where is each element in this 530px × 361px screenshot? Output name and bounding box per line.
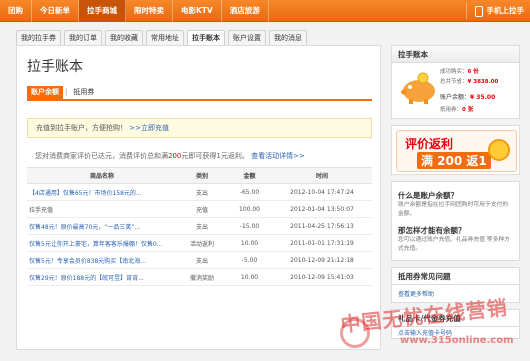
promo-subtitle: 满 200 返1 — [417, 152, 491, 169]
header-amount: 金额 — [227, 167, 272, 184]
row-type: 撤消奖励 — [177, 268, 227, 286]
subtab-vouchers[interactable]: 抵用券 — [69, 86, 98, 99]
tab-my-orders[interactable]: 我的订单 — [64, 30, 102, 46]
evaluation-info: 您对消费商家评价已达元，消费评价总和满200元即可获得1元返利。 查看活动详情>… — [35, 151, 305, 161]
row-product: 拉手充值 — [27, 200, 177, 218]
table-row: 拉手充值 充值 100.00 2012-01-04 13:50:07 — [27, 200, 372, 218]
row-amount: -65.00 — [227, 183, 272, 201]
subtabs: 账户余额 | 抵用券 — [27, 86, 372, 101]
eval-details-link[interactable]: 查看活动详情>> — [251, 152, 305, 160]
eval-amount: 200 — [168, 152, 182, 160]
nav-item-mall[interactable]: 拉手商城 — [79, 0, 126, 22]
row-time: 2010-12-09 15:41:03 — [272, 268, 372, 286]
tab-account-settings[interactable]: 账户设置 — [228, 30, 266, 46]
subtab-balance[interactable]: 账户余额 — [27, 86, 63, 99]
table-header-row: 商品名称 类别 金额 时间 — [27, 167, 372, 184]
header-product: 商品名称 — [27, 167, 177, 184]
row-time: 2012-01-04 13:50:07 — [272, 200, 372, 218]
notice-text: 充值到拉手账户，方便抢购！ — [36, 124, 127, 132]
piggy-bank-icon — [401, 72, 435, 104]
recharge-notice: 充值到拉手账户，方便抢购！ >>立即充值 — [27, 118, 372, 138]
header-time: 时间 — [272, 167, 372, 184]
row-type: 支出 — [177, 217, 227, 235]
main-panel: 拉手账本 账户余额 | 抵用券 充值到拉手账户，方便抢购！ >>立即充值 您对消… — [16, 45, 381, 350]
rebate-promo-banner[interactable]: 评价返利 满 200 返1 — [391, 125, 520, 175]
row-type: 支出 — [177, 183, 227, 201]
faq-question-1: 什么是账户余额？ — [398, 191, 458, 200]
row-amount: 10.00 — [227, 268, 272, 286]
purchase-count: 成功购买：6 份 — [440, 69, 479, 75]
table-row: 【4店通用】仅售65元！市场价158元的... 支出 -65.00 2012-1… — [27, 183, 372, 201]
nav-item-today-new[interactable]: 今日新单 — [32, 0, 79, 22]
recharge-link[interactable]: >>立即充值 — [129, 124, 169, 132]
account-summary: 成功购买：6 份 总共节省：¥ 3838.00 账户余额：¥ 35.00 抵用券… — [392, 63, 519, 118]
table-row: 仅售29元！原价188元的【皖可昱】宵宵... 撤消奖励 10.00 2010-… — [27, 268, 372, 286]
mobile-app-label: 手机上拉手 — [486, 6, 525, 15]
help-title: 抵用券常见问题 — [392, 268, 519, 285]
row-type: 充值 — [177, 200, 227, 218]
row-amount: 10.00 — [227, 234, 272, 252]
table-row: 仅售48元！原价最高70元，“一品三笑”... 支出 -15.00 2011-0… — [27, 217, 372, 235]
faq-box: 什么是账户余额？ 账户余额是指在拉手网团购时可用于支付的金额。 那怎样才能有余额… — [391, 181, 520, 261]
tab-messages[interactable]: 我的消息 — [269, 30, 307, 46]
faq-answer-1: 账户余额是指在拉手网团购时可用于支付的金额。 — [398, 202, 509, 217]
table-row: 仅售5元！专享会员价838元购买【南北海... 支出 -5.00 2010-12… — [27, 251, 372, 269]
total-saved: 总共节省：¥ 3838.00 — [440, 79, 499, 85]
table-row: 仅售5元让你开上豪宅，算年客客乐爆棚！仅售0... 活动返利 10.00 201… — [27, 234, 372, 252]
row-product[interactable]: 仅售29元！原价188元的【皖可昱】宵宵... — [27, 268, 177, 286]
nav-item-groupbuy[interactable]: 团购 — [0, 0, 32, 22]
tab-addresses[interactable]: 常用地址 — [146, 30, 184, 46]
account-summary-title: 拉手账本 — [392, 46, 519, 63]
nav-item-movie-ktv[interactable]: 电影KTV — [173, 0, 222, 22]
eval-text-post: 元即可获得1元返利。 — [181, 152, 249, 160]
row-product[interactable]: 【4店通用】仅售65元！市场价158元的... — [27, 183, 177, 201]
row-time: 2011-01-01 17:31:19 — [272, 234, 372, 252]
row-type: 支出 — [177, 251, 227, 269]
account-balance: 账户余额：¥ 35.00 — [440, 94, 496, 101]
row-time: 2010-12-09 21:12:18 — [272, 251, 372, 269]
row-type: 活动返利 — [177, 234, 227, 252]
phone-icon — [474, 5, 483, 17]
voucher-count: 抵用券：0 张 — [440, 107, 474, 113]
watermark-url: www.315online.com — [400, 335, 514, 346]
mobile-app-link[interactable]: 手机上拉手 — [465, 3, 525, 19]
transactions-table: 商品名称 类别 金额 时间 【4店通用】仅售65元！市场价158元的... 支出… — [27, 167, 372, 286]
nav-item-hotel-travel[interactable]: 酒店旅游 — [222, 0, 269, 22]
faq-answer-2: 您可以通过账户充值、礼品券充值 等多种方式充值。 — [398, 237, 510, 252]
row-time: 2011-04-25 17:56:13 — [272, 217, 372, 235]
row-amount: 100.00 — [227, 200, 272, 218]
header-type: 类别 — [177, 167, 227, 184]
account-tabs: 我的拉手券 我的订单 我的收藏 常用地址 拉手账本 账户设置 我的消息 — [16, 30, 307, 46]
row-product[interactable]: 仅售48元！原价最高70元，“一品三笑”... — [27, 217, 177, 235]
row-product[interactable]: 仅售5元让你开上豪宅，算年客客乐爆棚！仅售0... — [27, 234, 177, 252]
account-summary-box: 拉手账本 成功购买：6 份 总共节省：¥ 3838.00 账户余额：¥ 35.0… — [391, 45, 520, 119]
nav-item-flash-sale[interactable]: 限时特卖 — [126, 0, 173, 22]
tab-account-book[interactable]: 拉手账本 — [187, 30, 225, 46]
row-time: 2012-10-04 17:47:24 — [272, 183, 372, 201]
page-title: 拉手账本 — [27, 59, 83, 75]
coin-icon — [488, 139, 510, 161]
row-amount: -15.00 — [227, 217, 272, 235]
eval-text-pre: 您对消费商家评价已达元，消费评价总和满 — [35, 152, 168, 160]
top-navigation: 团购 今日新单 拉手商城 限时特卖 电影KTV 酒店旅游 手机上拉手 — [0, 0, 530, 22]
row-amount: -5.00 — [227, 251, 272, 269]
tab-my-coupons[interactable]: 我的拉手券 — [16, 30, 61, 46]
faq-question-2: 那怎样才能有余额？ — [398, 226, 466, 235]
promo-title: 评价返利 — [405, 137, 454, 151]
tab-my-favorites[interactable]: 我的收藏 — [105, 30, 143, 46]
row-product[interactable]: 仅售5元！专享会员价838元购买【南北海... — [27, 251, 177, 269]
